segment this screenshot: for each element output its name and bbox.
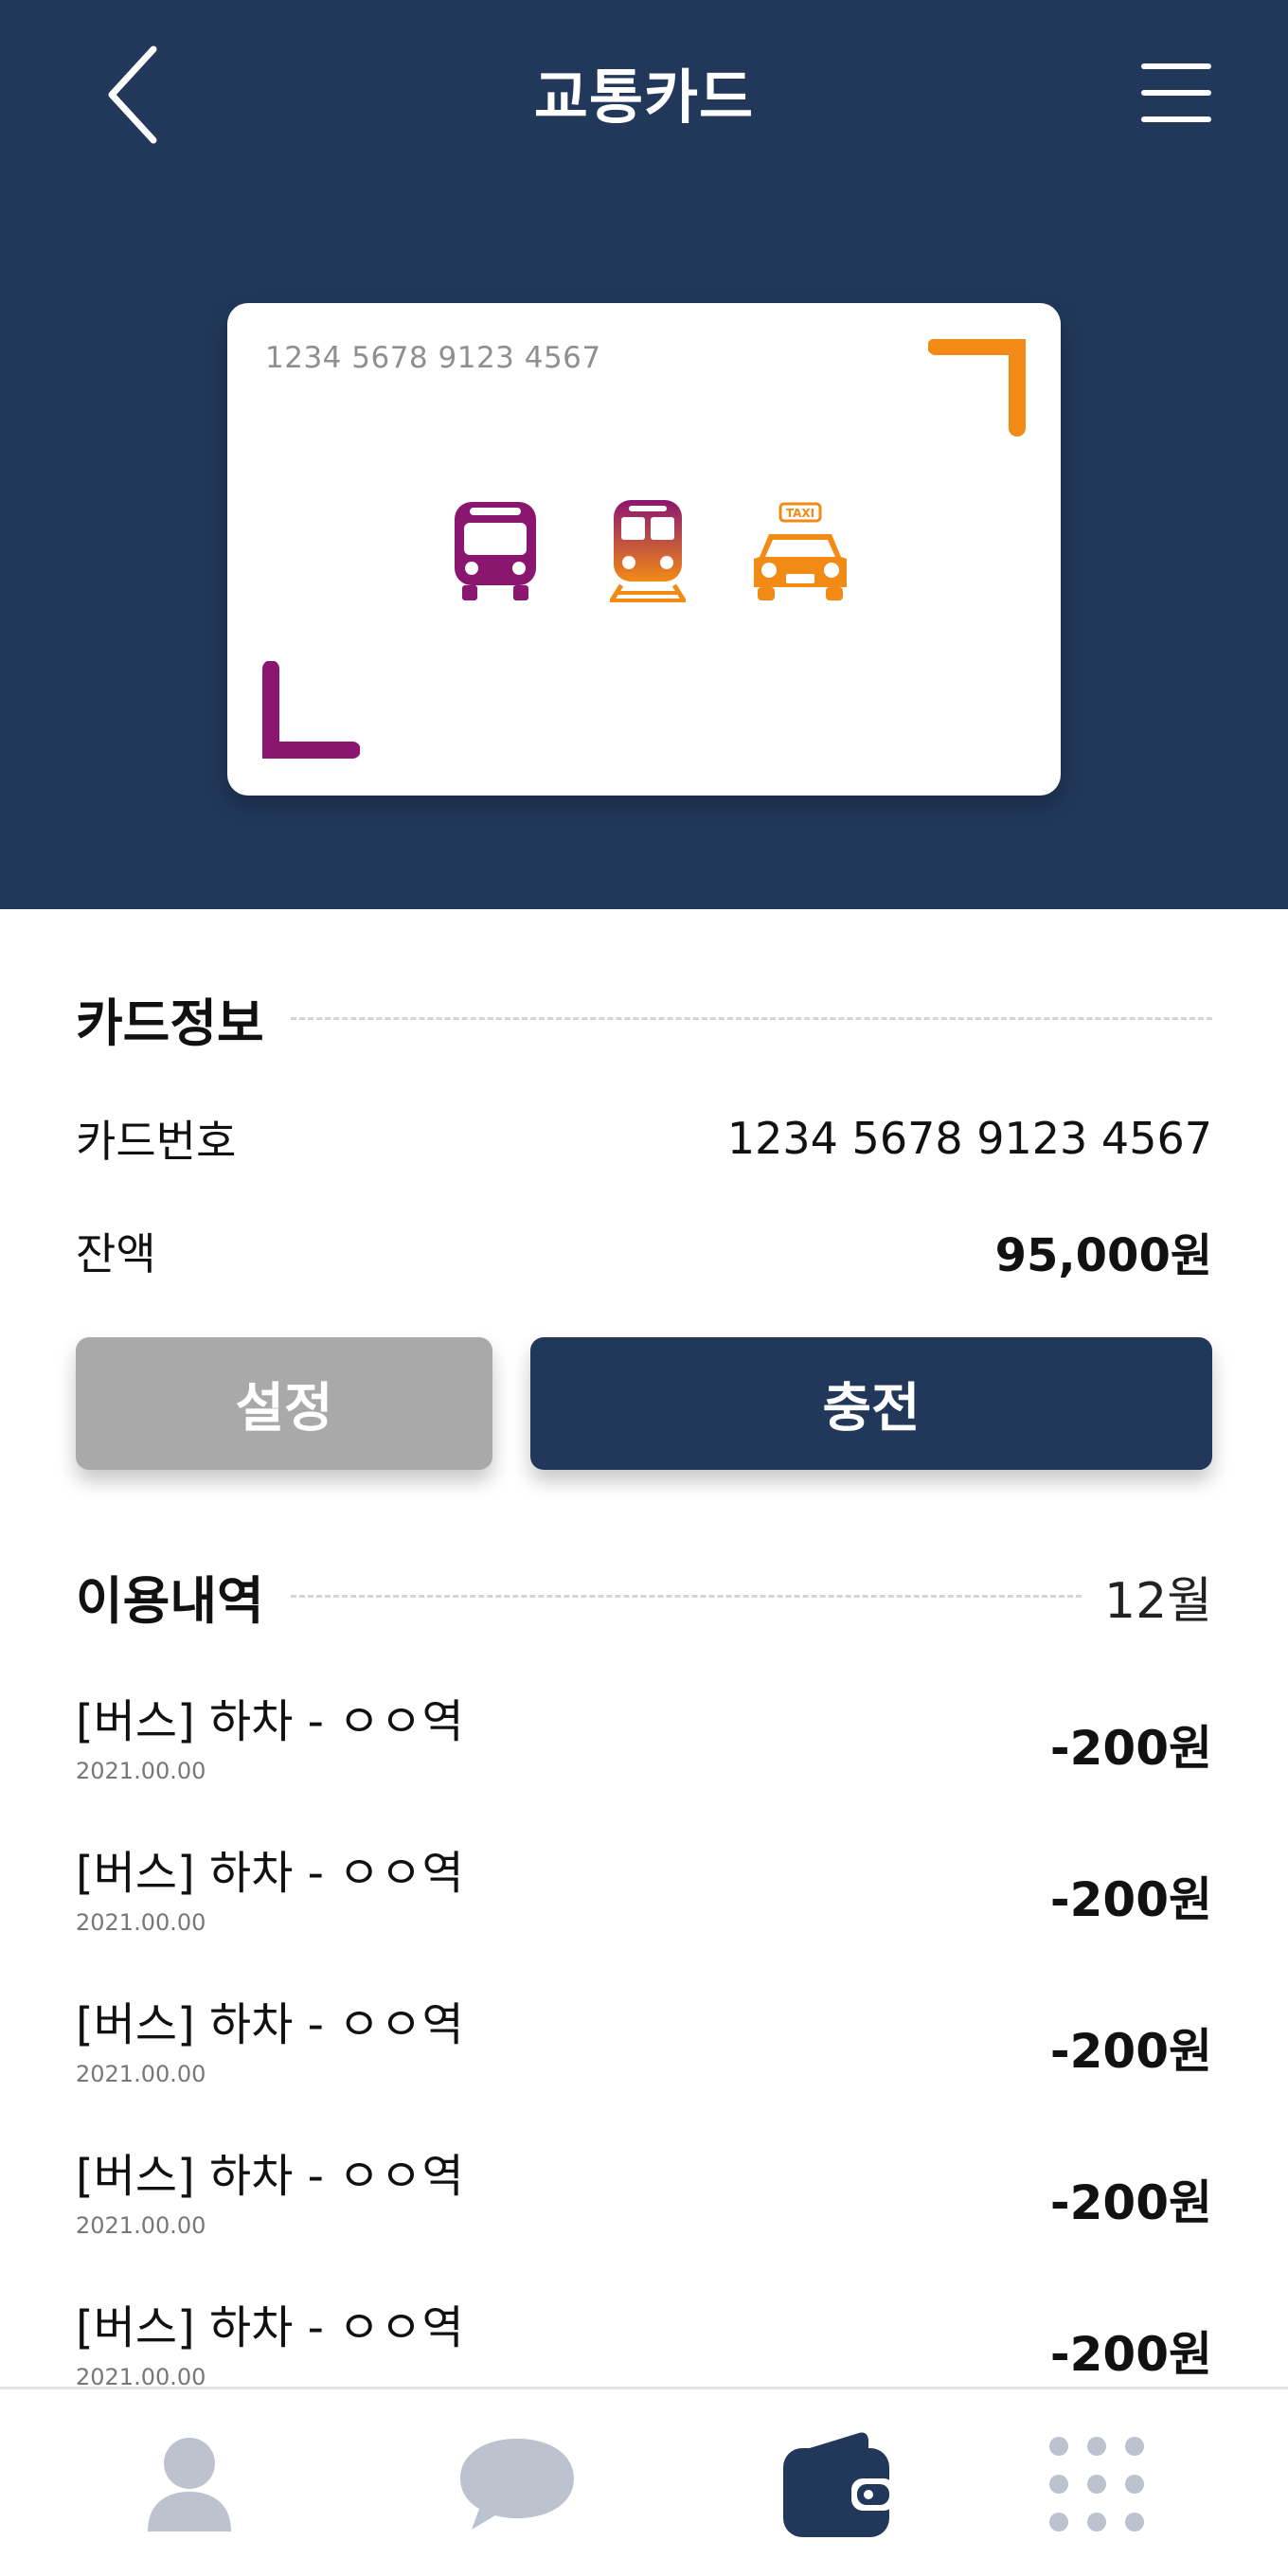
history-list-item[interactable]: [버스] 하차 - ㅇㅇ역 2021.00.00 -200원 (76, 1987, 1212, 2120)
history-item-amount: -200원 (1049, 1721, 1212, 1776)
card-number-text: 1234 5678 9123 4567 (265, 341, 601, 375)
history-item-date: 2021.00.00 (76, 2061, 206, 2087)
wallet-icon (783, 2432, 895, 2537)
balance-label: 잔액 (76, 1228, 156, 1279)
card-number-value: 1234 5678 9123 4567 (726, 1113, 1212, 1164)
settings-button[interactable]: 설정 (76, 1337, 492, 1470)
taxi-sign-text: TAXI (786, 507, 814, 520)
menu-button[interactable] (1140, 57, 1212, 129)
nav-chat[interactable] (422, 2389, 612, 2576)
charge-button[interactable]: 충전 (530, 1337, 1212, 1470)
card-number-row: 카드번호 1234 5678 9123 4567 (76, 1105, 1212, 1172)
history-item-amount: -200원 (1049, 2327, 1212, 2382)
history-item-title: [버스] 하차 - ㅇㅇ역 (76, 2150, 464, 2203)
history-list-item[interactable]: [버스] 하차 - ㅇㅇ역 2021.00.00 -200원 (76, 1835, 1212, 1968)
history-title: 이용내역 (76, 1570, 264, 1631)
section-divider (290, 1594, 1082, 1598)
history-item-title: [버스] 하차 - ㅇㅇ역 (76, 1998, 464, 2051)
balance-value: 95,000원 (994, 1229, 1212, 1282)
balance-row: 잔액 95,000원 (76, 1218, 1212, 1284)
history-list-item[interactable]: [버스] 하차 - ㅇㅇ역 2021.00.00 -200원 (76, 1684, 1212, 1816)
history-item-amount: -200원 (1049, 2024, 1212, 2079)
history-list-item[interactable]: [버스] 하차 - ㅇㅇ역 2021.00.00 -200원 (76, 2138, 1212, 2271)
taxi-icon: TAXI (754, 502, 847, 600)
history-item-date: 2021.00.00 (76, 1909, 206, 1936)
history-item-title: [버스] 하차 - ㅇㅇ역 (76, 1695, 464, 1748)
history-item-title: [버스] 하차 - ㅇㅇ역 (76, 2301, 464, 2354)
nav-wallet[interactable] (744, 2389, 934, 2576)
history-item-date: 2021.00.00 (76, 2212, 206, 2239)
card-number-label: 카드번호 (76, 1116, 237, 1167)
history-item-amount: -200원 (1049, 2175, 1212, 2230)
history-item-date: 2021.00.00 (76, 1758, 206, 1784)
hamburger-menu-icon (1141, 63, 1211, 122)
history-item-amount: -200원 (1049, 1872, 1212, 1927)
train-icon (609, 500, 687, 602)
history-item-title: [버스] 하차 - ㅇㅇ역 (76, 1847, 464, 1900)
history-header: 이용내역 12월 (76, 1561, 1212, 1632)
card-corner-accent-purple (262, 661, 360, 759)
nav-profile[interactable] (95, 2389, 284, 2576)
transit-card[interactable]: 1234 5678 9123 4567 TAXI (227, 303, 1061, 796)
card-info-header: 카드정보 (76, 985, 1212, 1053)
history-month-selector[interactable]: 12월 (1104, 1561, 1212, 1632)
page-title: 교통카드 (533, 63, 755, 132)
section-divider (290, 1016, 1212, 1020)
bus-icon (455, 502, 536, 600)
bottom-navigation (0, 2387, 1288, 2576)
hero-header: 교통카드 1234 5678 9123 4567 TAXI (0, 0, 1288, 909)
card-info-title: 카드정보 (76, 993, 264, 1053)
nav-apps[interactable] (1002, 2389, 1191, 2576)
profile-icon (148, 2438, 231, 2531)
chat-icon (460, 2439, 574, 2530)
card-corner-accent-orange (928, 339, 1026, 437)
apps-grid-icon (1049, 2437, 1144, 2531)
